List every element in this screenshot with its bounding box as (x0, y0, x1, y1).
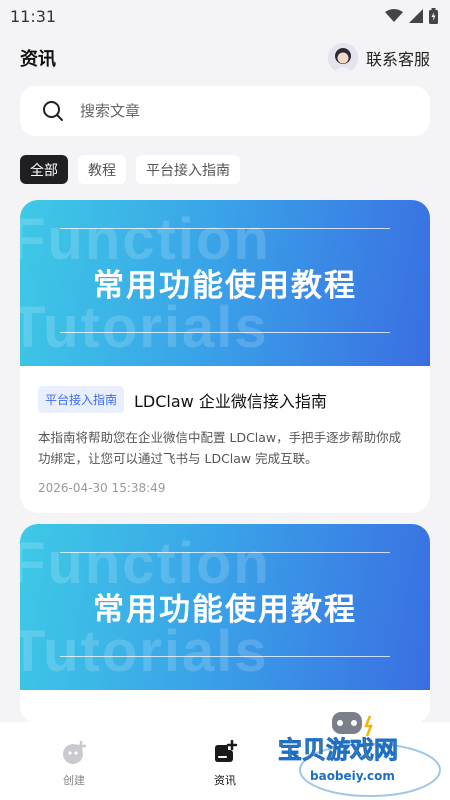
category-tabs: 全部 教程 平台接入指南 (20, 155, 240, 184)
article-summary: 本指南将帮助您在企业微信中配置 LDClaw，手把手逐步帮助你成功绑定，让您可以… (38, 430, 402, 466)
banner-divider (60, 656, 390, 657)
contact-support-label: 联系客服 (365, 50, 430, 69)
tab-tutorials[interactable]: 教程 (78, 155, 126, 184)
wifi-icon (385, 9, 403, 22)
search-input[interactable] (80, 102, 380, 120)
banner-divider (60, 332, 390, 333)
status-bar: 11:31 (0, 0, 450, 32)
article-banner: Function Tutorials 常用功能使用教程 (20, 200, 430, 366)
search-bar[interactable] (20, 86, 430, 136)
signal-icon (409, 9, 423, 23)
nav-label: 创建 (63, 774, 85, 787)
article-card[interactable]: Function Tutorials 常用功能使用教程 (20, 524, 430, 724)
search-icon (43, 101, 63, 121)
header: 资讯 联系客服 (0, 38, 450, 78)
tab-platform-guide[interactable]: 平台接入指南 (136, 155, 240, 184)
nav-item-create[interactable]: 创建 (34, 740, 114, 788)
article-date: 2026-04-30 15:38:49 (38, 481, 166, 495)
tab-all[interactable]: 全部 (20, 155, 68, 184)
bottom-nav: 创建 资讯 (0, 722, 450, 800)
nav-item-news[interactable]: 资讯 (185, 740, 265, 788)
create-icon (63, 740, 87, 764)
contact-support-button[interactable]: 联系客服 (327, 43, 430, 73)
battery-icon (429, 8, 438, 24)
status-icons (385, 8, 438, 24)
article-title-row: 平台接入指南 LDClaw 企业微信接入指南 (38, 386, 412, 413)
article-card[interactable]: Function Tutorials 常用功能使用教程 平台接入指南 LDCla… (20, 200, 430, 513)
banner-divider (60, 228, 390, 229)
article-banner: Function Tutorials 常用功能使用教程 (20, 524, 430, 690)
article-title: LDClaw 企业微信接入指南 (134, 391, 327, 411)
avatar (327, 43, 358, 73)
status-time: 11:31 (10, 6, 57, 26)
banner-title: 常用功能使用教程 (93, 592, 357, 628)
nav-label: 资讯 (214, 774, 236, 787)
banner-title: 常用功能使用教程 (93, 268, 357, 304)
article-body: 平台接入指南 LDClaw 企业微信接入指南 本指南将帮助您在企业微信中配置 L… (20, 366, 430, 495)
category-badge: 平台接入指南 (38, 386, 125, 413)
banner-divider (60, 552, 390, 553)
page-title: 资讯 (20, 49, 56, 70)
news-icon (215, 740, 238, 762)
